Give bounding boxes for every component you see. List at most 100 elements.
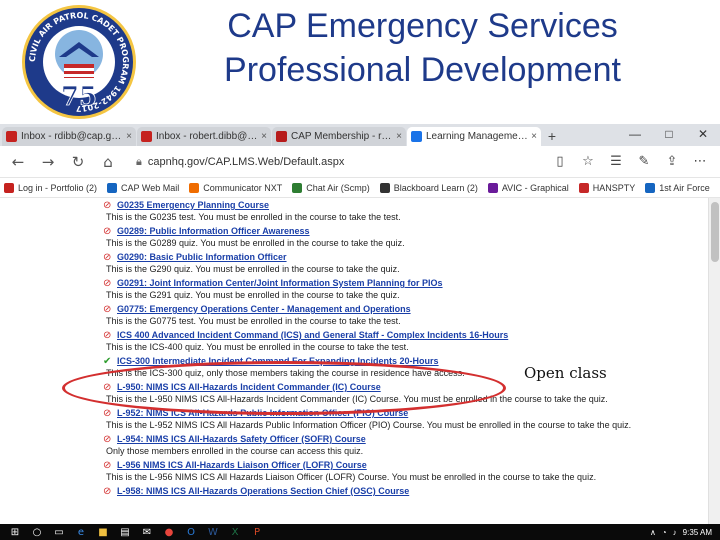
favorites-hub-icon[interactable]: ☰ [602, 150, 630, 174]
volume-icon[interactable]: ♪ [673, 528, 677, 537]
chrome-icon[interactable]: ● [158, 524, 180, 540]
start-button-icon[interactable]: ⊞ [4, 524, 26, 540]
bookmark-item[interactable]: AVIC - Graphical [487, 182, 569, 193]
browser-window: Inbox - rdibb@cap.gov - Ci×Inbox - rober… [0, 124, 720, 540]
tab-close-icon[interactable]: × [396, 131, 402, 142]
browser-tab[interactable]: CAP Membership - robert.d× [272, 127, 406, 146]
bookmark-item[interactable]: Communicator NXT [189, 182, 283, 193]
windows-taskbar: ⊞ ○ ▭ e ■ ▤ ✉ ● O W X P ∧ ◔ ♪ 9:35 AM [0, 524, 720, 540]
course-link[interactable]: G0289: Public Information Officer Awaren… [117, 226, 310, 236]
tab-close-icon[interactable]: × [261, 131, 267, 142]
bookmark-label: Blackboard Learn (2) [393, 182, 478, 193]
tab-label: Inbox - robert.dibb@wvwg [156, 131, 258, 142]
reload-button[interactable]: ↻ [66, 150, 90, 174]
search-icon[interactable]: ○ [26, 524, 48, 540]
share-icon[interactable]: ⇪ [658, 150, 686, 174]
close-window-button[interactable]: ✕ [686, 124, 720, 146]
course-link[interactable]: G0291: Joint Information Center/Joint In… [117, 278, 443, 288]
back-button[interactable]: ← [6, 150, 30, 174]
edge-browser-icon[interactable]: e [70, 524, 92, 540]
course-link[interactable]: L-958: NIMS ICS All-Hazards Operations S… [117, 486, 409, 496]
favorite-star-icon[interactable]: ☆ [574, 150, 602, 174]
course-description: This is the G0775 test. You must be enro… [106, 316, 401, 326]
browser-toolbar: ← → ↻ ⌂ 🔒︎ capnhq.gov/CAP.LMS.Web/Defaul… [0, 146, 720, 178]
task-view-icon[interactable]: ▭ [48, 524, 70, 540]
tab-label: Learning Management S [426, 131, 529, 142]
course-description: This is the ICS-400 quiz. You must be en… [106, 342, 409, 352]
cap-cadet-75th-seal: CIVIL AIR PATROL CADET PROGRAM 1942-2017… [22, 5, 136, 119]
course-list-item: ⊘ G0291: Joint Information Center/Joint I… [0, 276, 708, 302]
bookmark-favicon-icon [189, 182, 200, 193]
forward-button[interactable]: → [36, 150, 60, 174]
store-icon[interactable]: ▤ [114, 524, 136, 540]
course-description: This is the G290 quiz. You must be enrol… [106, 264, 400, 274]
bookmark-item[interactable]: Blackboard Learn (2) [379, 182, 478, 193]
clock[interactable]: 9:35 AM [683, 528, 712, 537]
slide-header: CIVIL AIR PATROL CADET PROGRAM 1942-2017… [0, 0, 720, 124]
bookmark-label: Communicator NXT [203, 182, 283, 193]
minimize-button[interactable]: — [618, 124, 652, 146]
bookmark-favicon-icon [578, 182, 589, 193]
tray-chevron-icon[interactable]: ∧ [650, 528, 656, 537]
scrollbar-thumb[interactable] [711, 202, 719, 262]
mail-app-icon[interactable]: ✉ [136, 524, 158, 540]
browser-tab[interactable]: Inbox - robert.dibb@wvwg× [137, 127, 271, 146]
seal-anniversary-number: 75 [61, 82, 97, 112]
course-link[interactable]: G0290: Basic Public Information Officer [117, 252, 287, 262]
gmail-icon [141, 131, 152, 142]
course-list-item: ⊘ G0775: Emergency Operations Center - Ma… [0, 302, 708, 328]
unavailable-icon: ⊘ [103, 278, 112, 289]
tab-close-icon[interactable]: × [126, 131, 132, 142]
slide-title-line-1: CAP Emergency Services [227, 7, 618, 45]
course-list-item: ⊘ ICS 400 Advanced Incident Command (ICS)… [0, 328, 708, 354]
toolbar-icons: ▯ ☆ ☰ ✎ ⇪ ⋯ [546, 150, 714, 174]
course-description: This is the G291 quiz. You must be enrol… [106, 290, 400, 300]
browser-tab[interactable]: Inbox - rdibb@cap.gov - Ci× [2, 127, 136, 146]
vertical-scrollbar[interactable] [708, 198, 720, 524]
word-icon[interactable]: W [202, 524, 224, 540]
course-description: This is the L-956 NIMS ICS All Hazards L… [106, 472, 597, 482]
bookmark-favicon-icon [379, 182, 390, 193]
course-link[interactable]: G0235 Emergency Planning Course [117, 200, 269, 210]
course-list-item: ⊘ G0235 Emergency Planning Course This is … [0, 198, 708, 224]
unavailable-icon: ⊘ [103, 408, 112, 419]
unavailable-icon: ⊘ [103, 226, 112, 237]
bookmark-item[interactable]: Chat Air (Scmp) [292, 182, 370, 193]
bookmark-label: Log in - Portfolio (2) [18, 182, 98, 193]
more-menu-icon[interactable]: ⋯ [686, 150, 714, 174]
course-description: Only those members enrolled in the cours… [106, 446, 364, 456]
bookmark-item[interactable]: CAP Web Mail [107, 182, 179, 193]
course-link[interactable]: L-956 NIMS ICS All-Hazards Liaison Offic… [117, 460, 367, 470]
course-link[interactable]: ICS 400 Advanced Incident Command (ICS) … [117, 330, 508, 340]
course-list-item: ⊘ G0289: Public Information Officer Aware… [0, 224, 708, 250]
course-description: This is the G0235 test. You must be enro… [106, 212, 401, 222]
cap-icon [276, 131, 287, 142]
bookmark-label: AVIC - Graphical [501, 182, 569, 193]
outlook-icon[interactable]: O [180, 524, 202, 540]
bookmark-item[interactable]: HANSPTY [578, 182, 636, 193]
gmail-icon [6, 131, 17, 142]
bookmark-favicon-icon [645, 182, 656, 193]
excel-icon[interactable]: X [224, 524, 246, 540]
bookmark-item[interactable]: Log in - Portfolio (2) [4, 182, 98, 193]
browser-tab[interactable]: Learning Management S × [407, 127, 541, 146]
bookmark-favicon-icon [4, 182, 14, 193]
course-link[interactable]: L-954: NIMS ICS All-Hazards Safety Offic… [117, 434, 366, 444]
tab-close-icon[interactable]: × [531, 131, 537, 142]
course-link[interactable]: G0775: Emergency Operations Center - Man… [117, 304, 411, 314]
reading-view-icon[interactable]: ▯ [546, 150, 574, 174]
new-tab-button[interactable]: + [542, 127, 562, 146]
bookmark-favicon-icon [487, 182, 498, 193]
maximize-button[interactable]: □ [652, 124, 686, 146]
window-controls: — □ ✕ [618, 124, 720, 146]
notes-pen-icon[interactable]: ✎ [630, 150, 658, 174]
powerpoint-icon[interactable]: P [246, 524, 268, 540]
home-button[interactable]: ⌂ [96, 150, 120, 174]
bookmark-item[interactable]: 1st Air Force [645, 182, 710, 193]
network-icon[interactable]: ◔ [662, 528, 667, 537]
bookmark-label: 1st Air Force [659, 182, 710, 193]
file-explorer-icon[interactable]: ■ [92, 524, 114, 540]
address-bar[interactable]: 🔒︎ capnhq.gov/CAP.LMS.Web/Default.aspx [132, 150, 527, 173]
bookmark-label: HANSPTY [592, 182, 636, 193]
unavailable-icon: ⊘ [103, 200, 112, 211]
